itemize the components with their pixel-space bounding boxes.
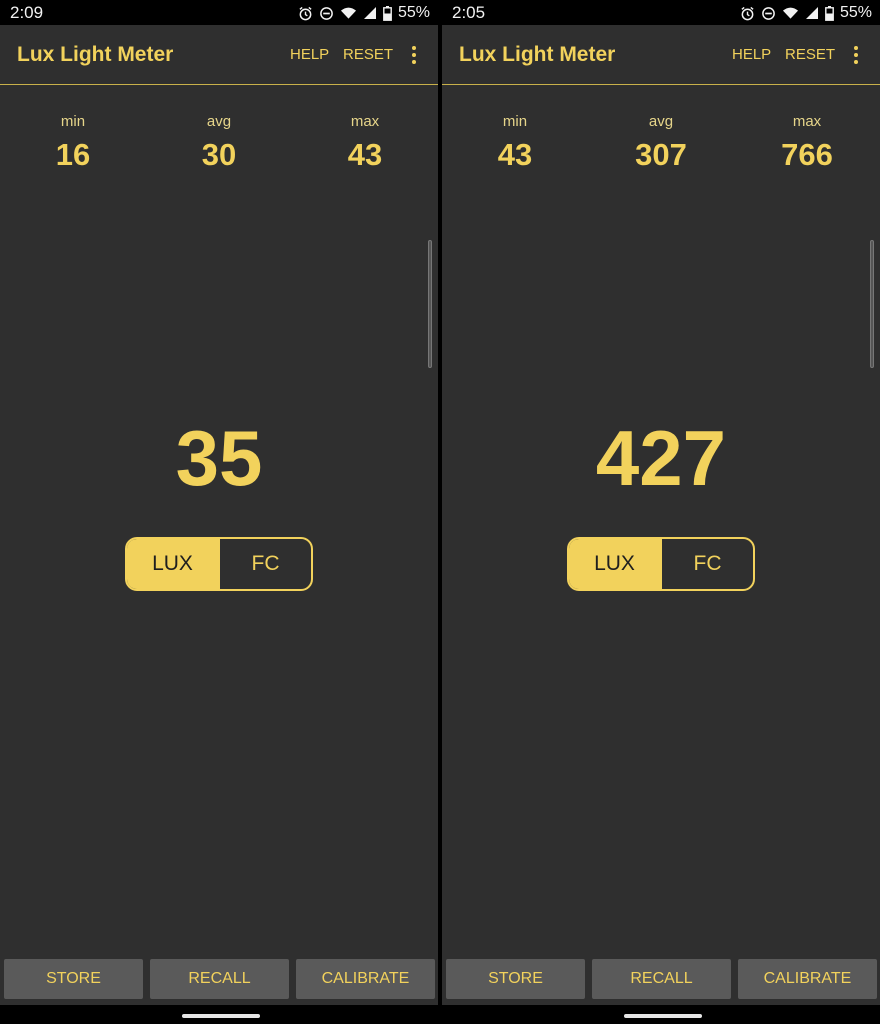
phone-screen-right: 2:05 55% Lux Light Meter HELP RESET min … [442, 0, 880, 1024]
unit-fc-option[interactable]: FC [218, 539, 311, 589]
more-vert-icon[interactable] [408, 45, 420, 65]
navigation-bar [442, 1005, 880, 1024]
unit-toggle: LUX FC [125, 537, 313, 591]
battery-percent: 55% [839, 4, 872, 21]
unit-lux-option[interactable]: LUX [569, 539, 660, 589]
scrollbar[interactable] [428, 240, 432, 368]
battery-percent: 55% [397, 4, 430, 21]
more-vert-icon[interactable] [850, 45, 862, 65]
signal-icon [363, 6, 377, 20]
store-button[interactable]: STORE [4, 959, 143, 999]
stat-min-label: min [502, 113, 528, 130]
status-icons: 55% [740, 3, 872, 23]
wifi-icon [340, 6, 357, 20]
app-bar: Lux Light Meter HELP RESET [0, 25, 438, 85]
stat-avg-value: 307 [635, 137, 687, 172]
signal-icon [805, 6, 819, 20]
recall-button[interactable]: RECALL [592, 959, 731, 999]
unit-toggle: LUX FC [567, 537, 755, 591]
app-title: Lux Light Meter [459, 43, 616, 66]
status-bar: 2:09 55% [0, 0, 438, 25]
stat-avg: avg 30 [174, 112, 264, 174]
calibrate-button[interactable]: CALIBRATE [738, 959, 877, 999]
unit-fc-option[interactable]: FC [660, 539, 753, 589]
app-title: Lux Light Meter [17, 43, 174, 66]
stat-min-value: 16 [55, 137, 91, 172]
stat-max-label: max [792, 113, 822, 130]
alarm-icon [740, 6, 755, 21]
store-button[interactable]: STORE [446, 959, 585, 999]
lux-reading: 427 [595, 414, 727, 502]
stat-min-label: min [60, 113, 86, 130]
stat-max-label: max [350, 113, 380, 130]
stat-avg-value: 30 [201, 137, 237, 172]
recall-button[interactable]: RECALL [150, 959, 289, 999]
stats-row: min 16 avg 30 max 43 [0, 112, 438, 182]
scrollbar[interactable] [870, 240, 874, 368]
status-icons: 55% [298, 3, 430, 23]
home-gesture-handle[interactable] [624, 1014, 702, 1018]
do-not-disturb-icon [761, 6, 776, 21]
stat-max: max 766 [762, 112, 852, 174]
do-not-disturb-icon [319, 6, 334, 21]
phone-screen-left: 2:09 55% Lux Light Meter HELP RESET min … [0, 0, 438, 1024]
stat-min-value: 43 [497, 137, 533, 172]
app-bar: Lux Light Meter HELP RESET [442, 25, 880, 85]
stats-row: min 43 avg 307 max 766 [442, 112, 880, 182]
help-button[interactable]: HELP [290, 45, 329, 65]
reset-button[interactable]: RESET [343, 45, 393, 65]
stat-avg-label: avg [648, 113, 674, 130]
navigation-bar [0, 1005, 438, 1024]
home-gesture-handle[interactable] [182, 1014, 260, 1018]
stat-max-value: 43 [347, 137, 383, 172]
stat-max: max 43 [320, 112, 410, 174]
stat-min: min 16 [28, 112, 118, 174]
status-time: 2:05 [452, 3, 486, 22]
battery-icon [825, 5, 834, 21]
stat-max-value: 766 [781, 137, 833, 172]
status-time: 2:09 [10, 3, 44, 22]
unit-lux-option[interactable]: LUX [127, 539, 218, 589]
help-button[interactable]: HELP [732, 45, 771, 65]
reset-button[interactable]: RESET [785, 45, 835, 65]
stat-min: min 43 [470, 112, 560, 174]
alarm-icon [298, 6, 313, 21]
stat-avg: avg 307 [616, 112, 706, 174]
stat-avg-label: avg [206, 113, 232, 130]
wifi-icon [782, 6, 799, 20]
battery-icon [383, 5, 392, 21]
status-bar: 2:05 55% [442, 0, 880, 25]
lux-reading: 35 [175, 414, 263, 502]
calibrate-button[interactable]: CALIBRATE [296, 959, 435, 999]
